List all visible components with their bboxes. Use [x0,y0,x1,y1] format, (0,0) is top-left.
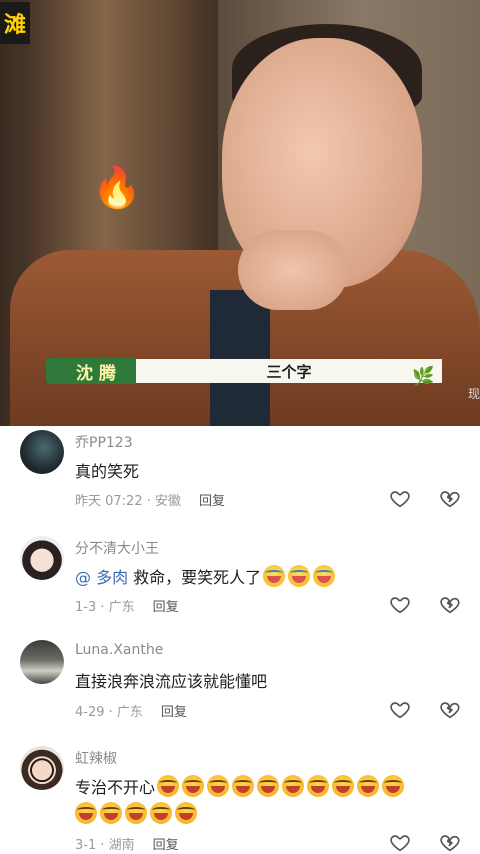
comment-username[interactable]: Luna.Xanthe [75,642,163,658]
comment-text: @ 多肉 救命，要笑死人了 [75,564,338,588]
big-laugh-emoji [150,802,172,824]
big-laugh-emoji [307,775,330,797]
comment-meta: 3-1 · 湖南 回复 [75,834,179,853]
big-laugh-emoji [175,802,197,824]
comment-time: 4-29 · 广东 [75,705,143,720]
comment-item: 分不清大小王 @ 多肉 救命，要笑死人了 1-3 · 广东 回复 [0,532,480,638]
subtitle-speaker: 沈腾 [46,358,136,384]
comment-text: 真的笑死 [75,462,140,481]
big-laugh-emoji [157,775,180,797]
big-laugh-emoji [282,775,305,797]
big-laugh-emoji [75,802,97,824]
reply-button[interactable]: 回复 [199,490,225,509]
broken-heart-icon[interactable] [439,699,461,721]
broken-heart-icon[interactable] [439,594,461,616]
car-night-avatar[interactable] [20,640,64,684]
reply-button[interactable]: 回复 [161,701,187,720]
big-laugh-emoji [182,775,205,797]
person-hand [238,230,348,310]
laugh-cry-emoji [313,565,336,587]
comment-text: 专治不开心 [75,774,407,798]
subtitle-bar: 沈腾 三个字 [46,357,442,385]
big-laugh-emoji [125,802,147,824]
sunglasses-girl-avatar[interactable] [20,746,64,790]
laugh-cry-emoji [288,565,311,587]
grass-icon: 🌿 [412,366,435,387]
video-player[interactable]: 🔥 滩 沈腾 三个字 🌿 现 [0,0,480,426]
broken-heart-icon[interactable] [439,832,461,854]
heart-icon[interactable] [389,832,411,854]
big-laugh-emoji [332,775,355,797]
comment-time: 昨天 07:22 · 安徽 [75,494,181,509]
comment-username[interactable]: 乔PP123 [75,432,133,452]
comment-time: 1-3 · 广东 [75,600,135,615]
big-laugh-emoji [232,775,255,797]
emoji-row [157,775,407,797]
flame-icon: 🔥 [92,165,142,211]
side-tag: 现 [467,387,480,401]
comment-text: 直接浪奔浪流应该就能懂吧 [75,672,268,691]
subtitle-text: 三个字 [136,359,442,383]
dark-figure-avatar[interactable] [20,430,64,474]
broken-heart-icon[interactable] [439,488,461,510]
comment-username[interactable]: 分不清大小王 [75,538,159,558]
big-laugh-emoji [207,775,230,797]
reply-button[interactable]: 回复 [153,596,179,615]
heart-icon[interactable] [389,488,411,510]
comment-meta: 4-29 · 广东 回复 [75,701,187,720]
big-laugh-emoji [382,775,405,797]
emoji-row-continued [75,802,200,824]
heart-icon[interactable] [389,699,411,721]
comment-username[interactable]: 虹辣椒 [75,748,117,768]
comment-item: 乔PP123 真的笑死 昨天 07:22 · 安徽 回复 [0,426,480,532]
comment-item: Luna.Xanthe 直接浪奔浪流应该就能懂吧 4-29 · 广东 回复 [0,638,480,744]
heart-icon[interactable] [389,594,411,616]
channel-logo: 滩 [0,2,30,44]
reply-button[interactable]: 回复 [153,834,179,853]
comment-item: 虹辣椒 专治不开心 3-1 · 湖南 回复 [0,744,480,853]
big-laugh-emoji [257,775,280,797]
mention-link[interactable]: @ 多肉 [75,568,128,587]
comment-body: 专治不开心 [75,778,156,797]
comment-meta: 昨天 07:22 · 安徽 回复 [75,490,225,509]
comment-body: 救命，要笑死人了 [128,568,262,587]
big-laugh-emoji [100,802,122,824]
laugh-cry-emoji [263,565,286,587]
comment-meta: 1-3 · 广东 回复 [75,596,179,615]
comment-time: 3-1 · 湖南 [75,838,135,853]
girl-avatar[interactable] [20,536,64,580]
big-laugh-emoji [357,775,380,797]
emoji-row [263,565,338,587]
